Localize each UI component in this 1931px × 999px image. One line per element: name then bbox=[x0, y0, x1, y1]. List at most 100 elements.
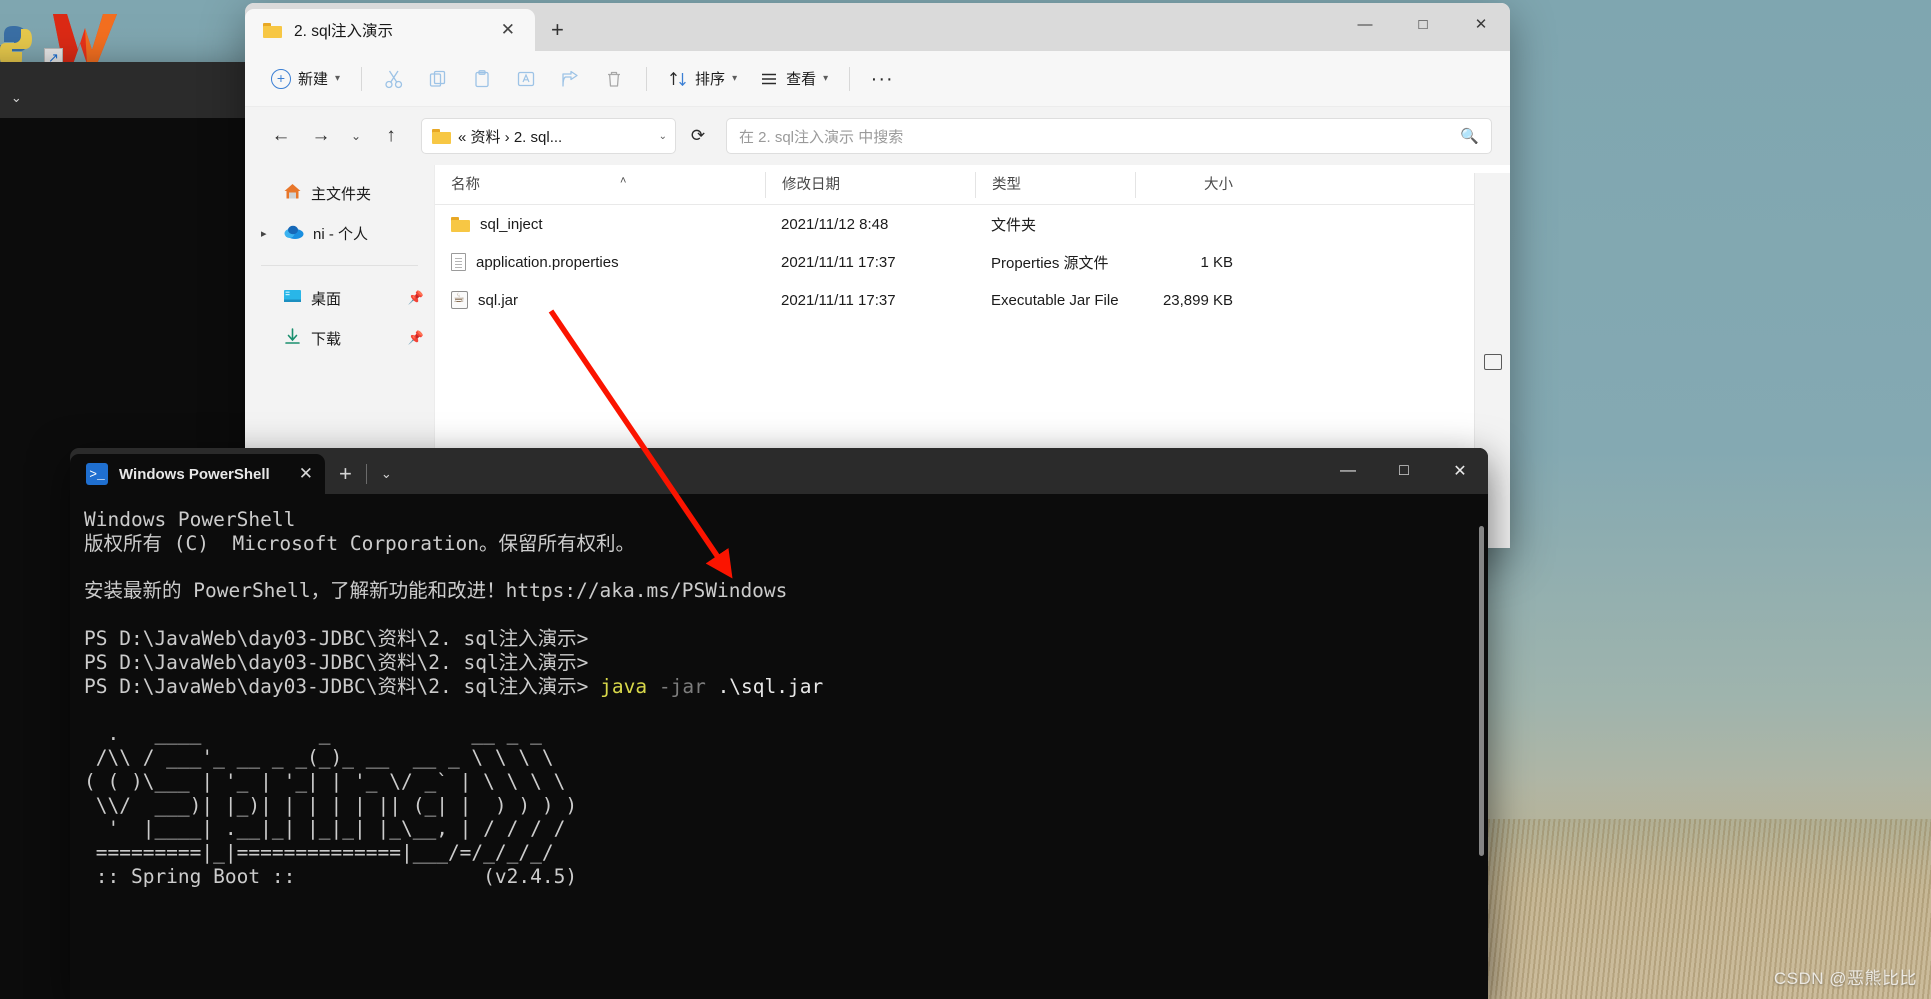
powershell-tab-close-icon[interactable]: ✕ bbox=[281, 464, 313, 484]
powershell-header-line: 安装最新的 PowerShell，了解新功能和改进！https://aka.ms… bbox=[84, 579, 788, 603]
refresh-button[interactable]: ⟳ bbox=[680, 119, 716, 153]
spring-boot-banner-line: ' |____| .__|_| |_|_| |_\__, | / / / / bbox=[84, 817, 566, 841]
command-argument: .\sql.jar bbox=[705, 674, 824, 698]
explorer-tab-close-icon[interactable]: ✕ bbox=[491, 20, 525, 40]
sort-button[interactable]: 排序 ▾ bbox=[658, 60, 747, 98]
cmd-output-line: abases bbox=[0, 418, 260, 442]
powershell-scrollbar[interactable] bbox=[1479, 526, 1484, 856]
cmd-output-line: affec bbox=[0, 370, 260, 394]
delete-button[interactable] bbox=[593, 60, 635, 98]
new-button-label: 新建 bbox=[298, 71, 329, 88]
column-header-0[interactable]: 名称 ˄ bbox=[435, 172, 765, 198]
toolbar-divider-2 bbox=[646, 66, 648, 91]
explorer-maximize-button[interactable]: □ bbox=[1394, 3, 1452, 45]
forward-button[interactable]: → bbox=[303, 119, 339, 153]
powershell-minimize-button[interactable]: — bbox=[1320, 448, 1376, 494]
file-name: application.properties bbox=[476, 253, 619, 271]
toolbar-divider-3 bbox=[849, 66, 851, 91]
desktop-icon bbox=[283, 288, 302, 309]
explorer-window-controls: — □ ✕ bbox=[1336, 3, 1510, 45]
powershell-header-line bbox=[84, 556, 1488, 580]
spring-boot-banner-line: \\/ ___)| |_)| | | | | || (_| | ) ) ) ) bbox=[84, 793, 578, 817]
powershell-tab-dropdown-icon[interactable]: ⌄ bbox=[367, 454, 406, 494]
spring-boot-banner-line: :: Spring Boot :: (v2.4.5) bbox=[84, 864, 578, 888]
explorer-close-button[interactable]: ✕ bbox=[1452, 3, 1510, 45]
sort-icon bbox=[670, 71, 686, 86]
file-icon bbox=[451, 253, 466, 271]
csdn-watermark: CSDN @恶熊比比 bbox=[1773, 969, 1917, 988]
cell-name: sql.jar bbox=[435, 291, 765, 309]
cell-type: Properties 源文件 bbox=[991, 254, 1109, 272]
powershell-prompt-line: PS D:\JavaWeb\day03-JDBC\资料\2. sql注入演示> … bbox=[84, 674, 824, 698]
explorer-address-bar: ← → ⌄ ↑ « 资料 › 2. sql... ⌄ ⟳ 在 2. sql注入演… bbox=[245, 107, 1510, 165]
folder-icon bbox=[263, 22, 282, 38]
sidebar-item-2[interactable]: 桌面 📌 bbox=[245, 278, 434, 318]
powershell-tab[interactable]: >_ Windows PowerShell ✕ bbox=[70, 454, 325, 494]
sidebar-item-0[interactable]: 主文件夹 bbox=[245, 173, 434, 213]
cell-date: 2021/11/11 17:37 bbox=[781, 291, 896, 309]
explorer-tabbar: 2. sql注入演示 ✕ + — □ ✕ bbox=[245, 3, 1510, 51]
paste-button[interactable] bbox=[461, 60, 503, 98]
column-header-2[interactable]: 类型 bbox=[975, 171, 1135, 198]
view-icon bbox=[762, 73, 777, 84]
more-options-button[interactable]: ··· bbox=[861, 60, 903, 98]
powershell-new-tab-button[interactable]: + bbox=[325, 454, 366, 494]
sort-ascending-icon: ˄ bbox=[620, 174, 627, 187]
copy-button[interactable] bbox=[417, 60, 459, 98]
cmd-output-line: -------+ bbox=[0, 132, 260, 156]
chevron-down-icon: ▾ bbox=[823, 73, 829, 84]
chevron-down-icon: ▾ bbox=[335, 73, 341, 84]
cell-name: sql_inject bbox=[435, 216, 765, 233]
table-row[interactable]: application.properties 2021/11/11 17:37 Pr… bbox=[435, 243, 1510, 281]
table-row[interactable]: sql.jar 2021/11/11 17:37 Executable Jar Fi… bbox=[435, 281, 1510, 319]
breadcrumb[interactable]: « 资料 › 2. sql... ⌄ bbox=[421, 118, 676, 154]
up-button[interactable]: ↑ bbox=[373, 119, 409, 153]
pin-icon[interactable]: 📌 bbox=[408, 290, 424, 306]
sidebar-divider bbox=[261, 265, 418, 266]
powershell-blank-line bbox=[84, 698, 1488, 722]
search-input[interactable]: 在 2. sql注入演示 中搜索 🔍 bbox=[726, 118, 1492, 154]
view-button-label: 查看 bbox=[786, 71, 817, 88]
folder-icon bbox=[432, 128, 451, 144]
spring-boot-banner-line: =========|_|==============|___/=/_/_/_/ bbox=[84, 841, 554, 865]
powershell-window[interactable]: >_ Windows PowerShell ✕ + ⌄ — □ ✕ Window… bbox=[70, 448, 1488, 999]
preview-pane-icon bbox=[1483, 354, 1502, 370]
cut-button[interactable] bbox=[373, 60, 415, 98]
share-button[interactable] bbox=[549, 60, 591, 98]
command-executable: java bbox=[588, 674, 648, 698]
cell-type: 文件夹 bbox=[991, 216, 1037, 234]
powershell-header-line: 版权所有 (C) Microsoft Corporation。保留所有权利。 bbox=[84, 531, 635, 555]
scissors-icon bbox=[385, 70, 403, 88]
spring-boot-banner-line: . ____ _ __ _ _ bbox=[84, 722, 542, 746]
view-button[interactable]: 查看 ▾ bbox=[749, 60, 838, 98]
search-placeholder: 在 2. sql注入演示 中搜索 bbox=[739, 128, 904, 146]
sidebar-item-3[interactable]: 下载 📌 bbox=[245, 318, 434, 358]
chevron-down-icon[interactable]: ⌄ bbox=[659, 131, 667, 142]
column-header-1[interactable]: 修改日期 bbox=[765, 171, 975, 198]
rename-icon bbox=[517, 71, 535, 86]
cmd-output-line: atabas bbox=[0, 346, 260, 370]
powershell-close-button[interactable]: ✕ bbox=[1432, 448, 1488, 494]
cmd-tabbar: m32\cmd. ✕ + ⌄ bbox=[0, 62, 260, 118]
table-row[interactable]: sql_inject 2021/11/12 8:48 文件夹 bbox=[435, 205, 1510, 243]
sidebar-item-label: 主文件夹 bbox=[311, 185, 372, 203]
new-button[interactable]: + 新建 ▾ bbox=[261, 60, 350, 98]
sort-button-label: 排序 bbox=[695, 71, 726, 88]
column-header-3[interactable]: 大小 bbox=[1135, 171, 1245, 198]
explorer-tab[interactable]: 2. sql注入演示 ✕ bbox=[245, 9, 535, 51]
explorer-new-tab-button[interactable]: + bbox=[535, 9, 580, 51]
pin-icon[interactable]: 📌 bbox=[408, 330, 424, 346]
recent-locations-button[interactable]: ⌄ bbox=[343, 119, 369, 153]
cell-date: 2021/11/11 17:37 bbox=[781, 253, 896, 271]
sidebar-item-label: ni - 个人 bbox=[313, 225, 369, 243]
chevron-right-icon[interactable]: ▸ bbox=[261, 227, 267, 240]
powershell-maximize-button[interactable]: □ bbox=[1376, 448, 1432, 494]
trash-icon bbox=[608, 71, 621, 87]
cell-name: application.properties bbox=[435, 253, 765, 271]
spring-boot-banner-line: ( ( )\___ | '_ | '_| | '_ \/ _` | \ \ \ … bbox=[84, 769, 566, 793]
explorer-minimize-button[interactable]: — bbox=[1336, 3, 1394, 45]
cmd-tab-dropdown-icon[interactable]: ⌄ bbox=[0, 78, 36, 118]
back-button[interactable]: ← bbox=[263, 119, 299, 153]
sidebar-item-1[interactable]: ▸ ni - 个人 bbox=[245, 213, 434, 253]
rename-button[interactable] bbox=[505, 60, 547, 98]
